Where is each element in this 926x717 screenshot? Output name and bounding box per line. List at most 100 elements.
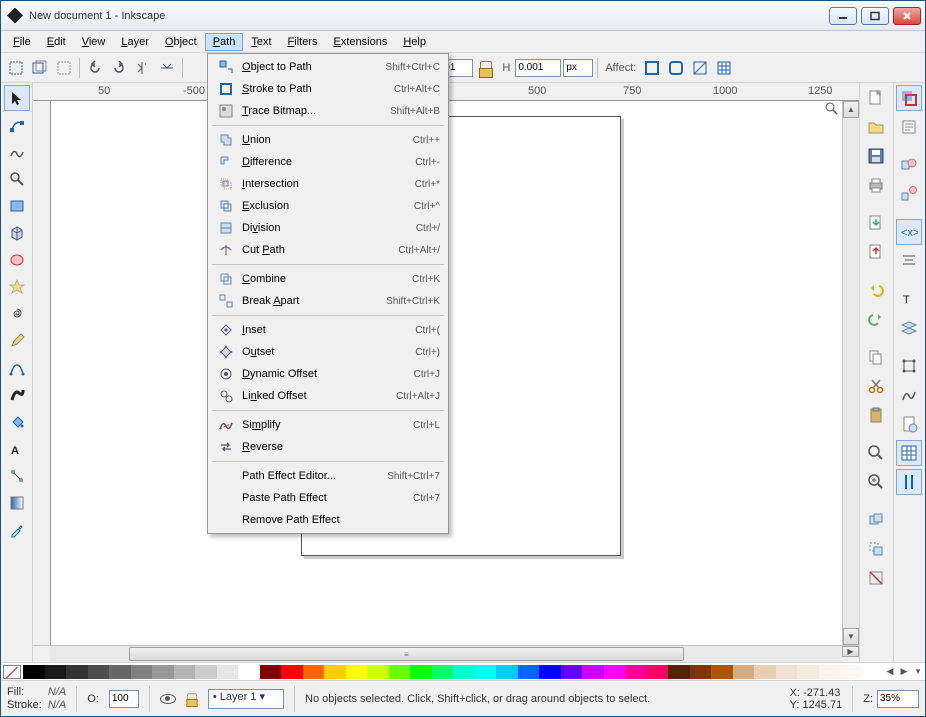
- grid-icon[interactable]: [896, 440, 922, 466]
- color-swatch[interactable]: [819, 665, 841, 679]
- copy-icon[interactable]: [863, 344, 889, 370]
- color-swatch[interactable]: [539, 665, 561, 679]
- zoom-drawing-icon[interactable]: [863, 469, 889, 495]
- duplicate-icon[interactable]: [863, 507, 889, 533]
- color-swatch[interactable]: [711, 665, 733, 679]
- menu-item-path-effect-editor[interactable]: Path Effect Editor...Shift+Ctrl+7: [210, 465, 446, 487]
- select-all-layers-icon[interactable]: [29, 57, 51, 79]
- paste-icon[interactable]: [863, 402, 889, 428]
- tweak-tool-icon[interactable]: [4, 139, 30, 165]
- menu-help[interactable]: Help: [395, 33, 434, 51]
- color-swatch[interactable]: [281, 665, 303, 679]
- color-swatch[interactable]: [432, 665, 454, 679]
- layer-lock-icon[interactable]: [186, 692, 198, 706]
- menu-path[interactable]: Path: [205, 33, 244, 51]
- new-doc-icon[interactable]: [863, 85, 889, 111]
- color-swatch[interactable]: [45, 665, 67, 679]
- menu-item-simplify[interactable]: SimplifyCtrl+L: [210, 414, 446, 436]
- flip-h-icon[interactable]: [132, 57, 154, 79]
- close-button[interactable]: [893, 7, 921, 25]
- menu-item-intersection[interactable]: IntersectionCtrl+*: [210, 173, 446, 195]
- zoom-fit-icon[interactable]: [863, 440, 889, 466]
- ungroup-icon[interactable]: [896, 181, 922, 207]
- menu-item-cut-path[interactable]: Cut PathCtrl+Alt+/: [210, 239, 446, 261]
- menu-item-inset[interactable]: InsetCtrl+(: [210, 319, 446, 341]
- color-swatch[interactable]: [303, 665, 325, 679]
- canvas[interactable]: ▲ ▼: [51, 101, 859, 645]
- redo-icon[interactable]: [863, 306, 889, 332]
- 3dbox-tool-icon[interactable]: [4, 220, 30, 246]
- rotate-ccw-icon[interactable]: [84, 57, 106, 79]
- unlink-clone-icon[interactable]: [863, 565, 889, 591]
- zoom-input[interactable]: [877, 690, 919, 708]
- fill-stroke-dialog-icon[interactable]: [896, 85, 922, 111]
- color-swatch[interactable]: [66, 665, 88, 679]
- scrollbar-horizontal[interactable]: ◀ ≡ ▶: [33, 645, 859, 662]
- palette-scroll-left[interactable]: ◀: [883, 666, 897, 677]
- open-doc-icon[interactable]: [863, 114, 889, 140]
- menu-text[interactable]: Text: [243, 33, 279, 51]
- color-swatch[interactable]: [862, 665, 884, 679]
- color-swatch[interactable]: [475, 665, 497, 679]
- menu-item-combine[interactable]: CombineCtrl+K: [210, 268, 446, 290]
- color-swatch[interactable]: [23, 665, 45, 679]
- color-swatch[interactable]: [453, 665, 475, 679]
- color-swatch[interactable]: [668, 665, 690, 679]
- print-icon[interactable]: [863, 172, 889, 198]
- color-swatch[interactable]: [797, 665, 819, 679]
- color-swatch[interactable]: [518, 665, 540, 679]
- menu-view[interactable]: View: [74, 33, 114, 51]
- zoom-tool-icon[interactable]: [4, 166, 30, 192]
- affect-gradient-icon[interactable]: [689, 57, 711, 79]
- text-dialog-icon[interactable]: T: [896, 286, 922, 312]
- guides-icon[interactable]: [896, 469, 922, 495]
- menu-file[interactable]: File: [5, 33, 39, 51]
- layer-visibility-icon[interactable]: [160, 694, 176, 704]
- unit-select[interactable]: [563, 59, 593, 77]
- deselect-icon[interactable]: [53, 57, 75, 79]
- menu-item-outset[interactable]: OutsetCtrl+): [210, 341, 446, 363]
- menu-layer[interactable]: Layer: [113, 33, 157, 51]
- color-swatch[interactable]: [754, 665, 776, 679]
- menu-item-remove-path-effect[interactable]: Remove Path Effect: [210, 509, 446, 531]
- menu-item-object-to-path[interactable]: Object to PathShift+Ctrl+C: [210, 56, 446, 78]
- lock-aspect-icon[interactable]: [475, 57, 497, 79]
- color-swatch[interactable]: [260, 665, 282, 679]
- color-swatch[interactable]: [195, 665, 217, 679]
- undo-icon[interactable]: [863, 277, 889, 303]
- xml-editor-icon[interactable]: <x>: [896, 219, 922, 245]
- clone-icon[interactable]: [863, 536, 889, 562]
- trace-dialog-icon[interactable]: [896, 382, 922, 408]
- object-properties-icon[interactable]: [896, 114, 922, 140]
- node-tool-icon[interactable]: [4, 112, 30, 138]
- transform-dialog-icon[interactable]: [896, 353, 922, 379]
- menu-object[interactable]: Object: [157, 33, 205, 51]
- group-icon[interactable]: [896, 152, 922, 178]
- color-swatch[interactable]: [410, 665, 432, 679]
- menu-item-union[interactable]: UnionCtrl++: [210, 129, 446, 151]
- dropper-tool-icon[interactable]: [4, 517, 30, 543]
- color-swatch[interactable]: [604, 665, 626, 679]
- menu-item-paste-path-effect[interactable]: Paste Path EffectCtrl+7: [210, 487, 446, 509]
- color-swatch[interactable]: [109, 665, 131, 679]
- gradient-tool-icon[interactable]: [4, 490, 30, 516]
- calligraphy-tool-icon[interactable]: [4, 382, 30, 408]
- opacity-input[interactable]: [109, 690, 139, 708]
- minimize-button[interactable]: [829, 7, 857, 25]
- palette-menu-icon[interactable]: ▾: [911, 666, 925, 677]
- menu-item-reverse[interactable]: Reverse: [210, 436, 446, 458]
- menu-item-division[interactable]: DivisionCtrl+/: [210, 217, 446, 239]
- menu-item-difference[interactable]: DifferenceCtrl+-: [210, 151, 446, 173]
- import-icon[interactable]: [863, 210, 889, 236]
- height-input[interactable]: [515, 59, 561, 77]
- text-tool-icon[interactable]: A: [4, 436, 30, 462]
- scrollbar-vertical[interactable]: ▲ ▼: [842, 101, 859, 645]
- color-swatch[interactable]: [582, 665, 604, 679]
- color-swatch[interactable]: [840, 665, 862, 679]
- bezier-tool-icon[interactable]: [4, 355, 30, 381]
- palette-scroll-right[interactable]: ▶: [897, 666, 911, 677]
- menu-item-stroke-to-path[interactable]: Stroke to PathCtrl+Alt+C: [210, 78, 446, 100]
- color-swatch[interactable]: [733, 665, 755, 679]
- layer-selector[interactable]: • Layer 1 ▾: [208, 689, 284, 709]
- menu-edit[interactable]: Edit: [39, 33, 74, 51]
